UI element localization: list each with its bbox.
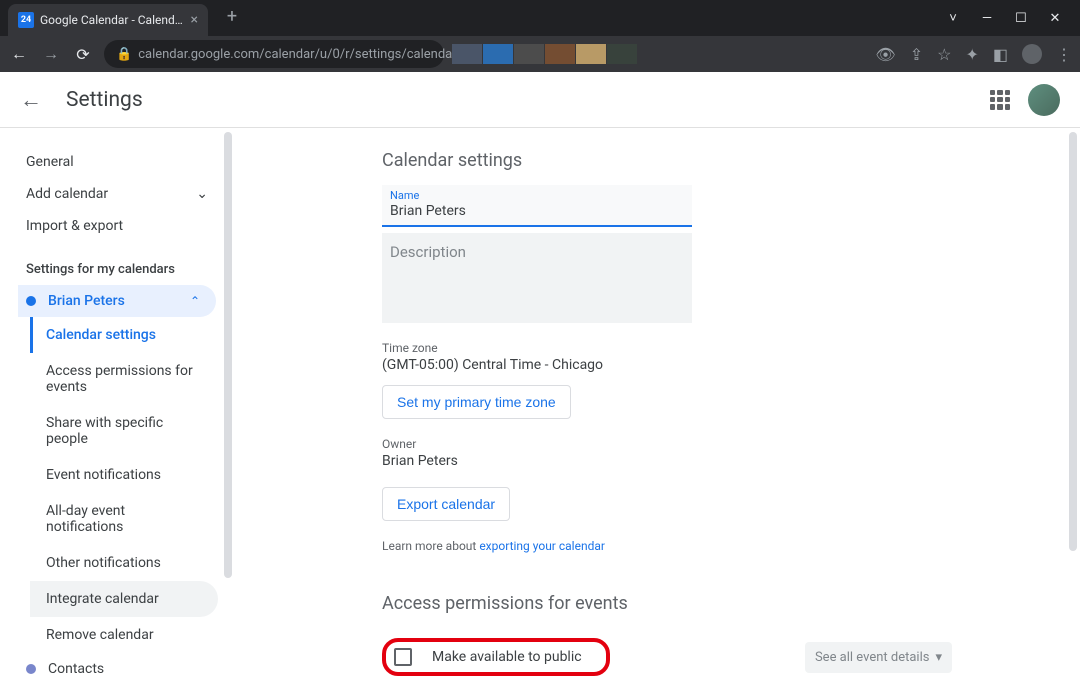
make-public-checkbox[interactable] bbox=[394, 648, 412, 666]
eye-icon[interactable]: 👁 bbox=[875, 45, 895, 64]
subnav-remove-calendar[interactable]: Remove calendar bbox=[30, 617, 218, 653]
sidebar-item-import-export[interactable]: Import & export bbox=[18, 210, 232, 242]
back-arrow-icon[interactable]: ← bbox=[20, 87, 42, 113]
extensions-icon[interactable]: ✦ bbox=[965, 45, 978, 64]
owner-label: Owner bbox=[382, 437, 1080, 451]
subnav-share-people[interactable]: Share with specific people bbox=[30, 405, 218, 457]
subnav-calendar-settings[interactable]: Calendar settings bbox=[30, 317, 218, 353]
chevron-down-icon[interactable]: ˅ bbox=[946, 10, 960, 26]
subnav-integrate-calendar[interactable]: Integrate calendar bbox=[30, 581, 218, 617]
content-area: General Add calendar ⌄ Import & export S… bbox=[0, 128, 1080, 694]
field-value: Brian Peters bbox=[390, 202, 684, 221]
chevron-down-icon: ⌄ bbox=[196, 186, 208, 202]
timezone-value: (GMT-05:00) Central Time - Chicago bbox=[382, 357, 1080, 373]
forward-icon[interactable]: → bbox=[40, 44, 62, 64]
timezone-label: Time zone bbox=[382, 341, 1080, 355]
set-primary-timezone-button[interactable]: Set my primary time zone bbox=[382, 385, 571, 419]
chevron-up-icon: ⌃ bbox=[190, 294, 200, 308]
field-label: Description bbox=[390, 243, 684, 261]
event-details-dropdown[interactable]: See all event details ▾ bbox=[805, 642, 952, 673]
calendar-description-field[interactable]: Description bbox=[382, 233, 692, 323]
subnav-allday-notifications[interactable]: All-day event notifications bbox=[30, 493, 218, 545]
calendar-sub-nav: Calendar settings Access permissions for… bbox=[30, 317, 232, 653]
export-calendar-button[interactable]: Export calendar bbox=[382, 487, 510, 521]
back-icon[interactable]: ← bbox=[8, 44, 30, 64]
exporting-calendar-link[interactable]: exporting your calendar bbox=[479, 539, 605, 553]
redacted-chips bbox=[452, 44, 637, 64]
calendar-color-dot bbox=[26, 296, 36, 306]
caret-down-icon: ▾ bbox=[935, 650, 942, 665]
subnav-event-notifications[interactable]: Event notifications bbox=[30, 457, 218, 493]
url-text: calendar.google.com/calendar/u/0/r/setti… bbox=[138, 47, 462, 62]
dropdown-label: See all event details bbox=[815, 650, 930, 665]
calendar-name: Contacts bbox=[48, 661, 104, 677]
page-title: Settings bbox=[66, 88, 143, 112]
sidepanel-icon[interactable]: ◧ bbox=[993, 45, 1008, 64]
menu-icon[interactable]: ⋮ bbox=[1056, 45, 1072, 64]
profile-avatar-icon[interactable] bbox=[1022, 44, 1042, 64]
close-tab-icon[interactable]: × bbox=[191, 12, 198, 28]
account-avatar[interactable] bbox=[1028, 84, 1060, 116]
sidebar-scrollbar[interactable] bbox=[224, 132, 232, 690]
sidebar-calendar-contacts[interactable]: Contacts bbox=[18, 653, 216, 685]
maximize-icon[interactable]: ☐ bbox=[1014, 11, 1028, 26]
sidebar-item-add-calendar[interactable]: Add calendar ⌄ bbox=[18, 178, 232, 210]
section-title-calendar-settings: Calendar settings bbox=[382, 150, 1080, 171]
highlight-callout: Make available to public bbox=[382, 638, 610, 676]
subnav-access-permissions[interactable]: Access permissions for events bbox=[30, 353, 218, 405]
google-apps-icon[interactable] bbox=[990, 90, 1010, 110]
minimize-icon[interactable]: ― bbox=[980, 11, 994, 26]
window-controls: ˅ ― ☐ ✕ bbox=[946, 0, 1080, 36]
sidebar-calendar-brian-peters[interactable]: Brian Peters ⌃ bbox=[18, 285, 216, 317]
access-permissions-row: Make available to public See all event d… bbox=[382, 628, 952, 676]
scrollbar-thumb[interactable] bbox=[224, 132, 232, 578]
browser-chrome: 24 Google Calendar - Calendar setti × + … bbox=[0, 0, 1080, 72]
close-window-icon[interactable]: ✕ bbox=[1048, 11, 1062, 26]
learn-more-text: Learn more about exporting your calendar bbox=[382, 539, 1080, 553]
sidebar-item-general[interactable]: General bbox=[18, 146, 232, 178]
browser-tab[interactable]: 24 Google Calendar - Calendar setti × bbox=[8, 4, 208, 36]
owner-value: Brian Peters bbox=[382, 453, 1080, 469]
tab-strip: 24 Google Calendar - Calendar setti × + … bbox=[0, 0, 1080, 36]
calendar-favicon-icon: 24 bbox=[18, 12, 34, 28]
toolbar: ← → ⟳ 🔒 calendar.google.com/calendar/u/0… bbox=[0, 36, 1080, 72]
reload-icon[interactable]: ⟳ bbox=[72, 45, 94, 64]
section-title-access-permissions: Access permissions for events bbox=[382, 593, 1080, 614]
address-bar[interactable]: 🔒 calendar.google.com/calendar/u/0/r/set… bbox=[104, 40, 444, 68]
calendar-name: Brian Peters bbox=[48, 293, 125, 309]
star-icon[interactable]: ☆ bbox=[937, 45, 951, 64]
tab-title: Google Calendar - Calendar setti bbox=[40, 13, 185, 27]
subnav-other-notifications[interactable]: Other notifications bbox=[30, 545, 218, 581]
lock-icon: 🔒 bbox=[116, 47, 132, 62]
main-scrollbar[interactable] bbox=[1069, 132, 1077, 690]
sidebar-item-label: Add calendar bbox=[26, 186, 108, 202]
sidebar-section-label: Settings for my calendars bbox=[18, 242, 232, 285]
main-panel: Calendar settings Name Brian Peters Desc… bbox=[232, 128, 1080, 694]
make-public-label: Make available to public bbox=[432, 649, 582, 665]
settings-sidebar: General Add calendar ⌄ Import & export S… bbox=[0, 128, 232, 694]
toolbar-actions: 👁 ⇪ ☆ ✦ ◧ ⋮ bbox=[875, 44, 1072, 64]
scrollbar-thumb[interactable] bbox=[1069, 132, 1077, 551]
share-icon[interactable]: ⇪ bbox=[910, 45, 923, 64]
calendar-name-field[interactable]: Name Brian Peters bbox=[382, 185, 692, 227]
new-tab-button[interactable]: + bbox=[218, 2, 246, 30]
app-header: ← Settings bbox=[0, 72, 1080, 128]
field-label: Name bbox=[390, 189, 684, 202]
calendar-color-dot bbox=[26, 664, 36, 674]
sidebar-calendar-family[interactable]: Family bbox=[18, 685, 216, 694]
